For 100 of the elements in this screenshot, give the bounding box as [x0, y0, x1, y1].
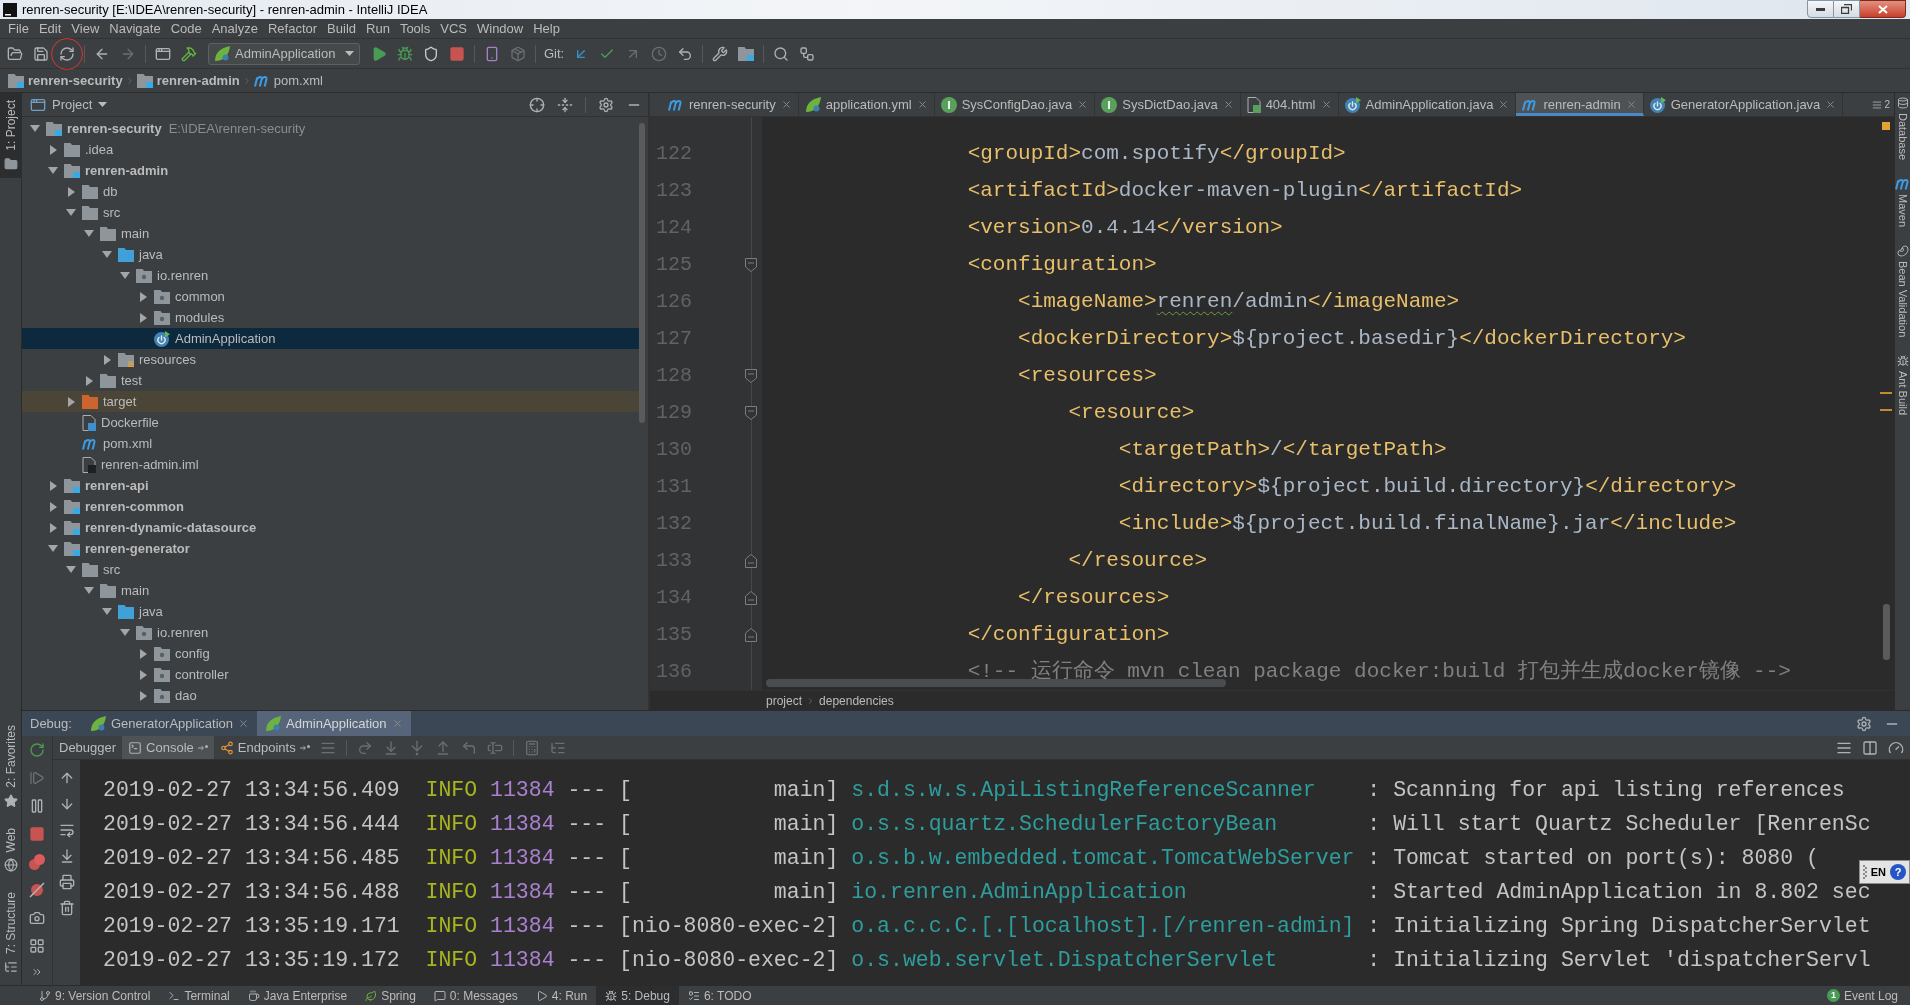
- tree-item[interactable]: test: [22, 370, 639, 391]
- grid-icon[interactable]: [29, 938, 45, 954]
- tree-item[interactable]: java: [22, 244, 639, 265]
- caret-down-icon[interactable]: [102, 251, 112, 258]
- breadcrumb-item[interactable]: project: [766, 691, 803, 710]
- double-chevron-icon[interactable]: [31, 966, 43, 978]
- fold-marker-icon[interactable]: [745, 257, 757, 272]
- restore-button[interactable]: [1834, 0, 1860, 18]
- tree-item[interactable]: config: [22, 643, 639, 664]
- fold-marker-icon[interactable]: [745, 553, 757, 568]
- caret-down-icon[interactable]: [120, 272, 130, 279]
- trash-icon[interactable]: [58, 900, 75, 916]
- menu-item[interactable]: Window: [471, 19, 529, 38]
- debug-tab[interactable]: Debugger: [53, 736, 123, 759]
- tree-item[interactable]: renren-generator: [22, 538, 639, 559]
- collapse-icon[interactable]: [557, 96, 573, 113]
- tool-window-button[interactable]: 1: Project: [0, 93, 22, 178]
- caret-down-icon[interactable]: [48, 167, 58, 174]
- close-icon[interactable]: [238, 718, 250, 729]
- hammer-icon[interactable]: [181, 45, 197, 62]
- caret-down-icon[interactable]: [84, 230, 94, 237]
- columns-icon[interactable]: [1862, 739, 1878, 756]
- editor-tab[interactable]: renren-security: [662, 93, 799, 116]
- event-log-button[interactable]: 1 Event Log: [1826, 986, 1898, 1005]
- tree-item[interactable]: common: [22, 286, 639, 307]
- overlapping-circles-icon[interactable]: [29, 854, 45, 870]
- tree-item[interactable]: renren-api: [22, 475, 639, 496]
- session-tab[interactable]: AdminApplication: [257, 711, 411, 736]
- menu-item[interactable]: Edit: [33, 19, 67, 38]
- open-folder-icon[interactable]: [7, 45, 23, 62]
- tree-item[interactable]: modules: [22, 307, 639, 328]
- close-icon[interactable]: [1320, 99, 1332, 110]
- menu-item[interactable]: Analyze: [206, 19, 263, 38]
- caret-down-icon[interactable]: [84, 587, 94, 594]
- square-icon[interactable]: [29, 826, 45, 842]
- breadcrumb-item[interactable]: pom.xml: [253, 70, 323, 91]
- close-icon[interactable]: [780, 99, 792, 110]
- caret-right-icon[interactable]: [50, 480, 57, 491]
- menu-item[interactable]: View: [66, 19, 105, 38]
- workflow-icon[interactable]: [799, 45, 816, 62]
- caret-right-icon[interactable]: [140, 291, 147, 302]
- tree-item[interactable]: renren-admin.iml: [22, 454, 639, 475]
- close-icon[interactable]: [1077, 99, 1089, 110]
- caret-right-icon[interactable]: [140, 312, 147, 323]
- settings-icon[interactable]: [598, 96, 614, 113]
- menu-item[interactable]: Help: [528, 19, 565, 38]
- tool-window-button[interactable]: Maven: [1894, 178, 1910, 228]
- close-icon[interactable]: [1222, 99, 1234, 110]
- editor-tab[interactable]: AdminApplication.java: [1338, 93, 1517, 116]
- tree-item[interactable]: java: [22, 601, 639, 622]
- scrollbar[interactable]: [639, 123, 645, 423]
- tree-item[interactable]: src: [22, 559, 639, 580]
- tree-item[interactable]: io.renren: [22, 265, 639, 286]
- menu-item[interactable]: Refactor: [262, 19, 323, 38]
- tree-item[interactable]: main: [22, 223, 639, 244]
- fold-marker-icon[interactable]: [745, 368, 757, 383]
- breadcrumb-item[interactable]: dependencies: [819, 691, 894, 710]
- close-icon[interactable]: [916, 99, 928, 110]
- tree-item[interactable]: renren-common: [22, 496, 639, 517]
- wrench-icon[interactable]: [712, 45, 729, 62]
- editor-tab[interactable]: application.yml: [798, 93, 935, 116]
- circular-arrow-icon[interactable]: [29, 742, 45, 758]
- tree-item[interactable]: src: [22, 202, 639, 223]
- menu-item[interactable]: Tools: [394, 19, 436, 38]
- tool-window-button[interactable]: 9: Version Control: [30, 986, 160, 1005]
- caret-right-icon[interactable]: [68, 396, 75, 407]
- shield-icon[interactable]: [423, 45, 439, 62]
- gauge-icon[interactable]: [1888, 739, 1904, 756]
- phone-icon[interactable]: [484, 45, 500, 62]
- close-button[interactable]: [1860, 0, 1906, 18]
- caret-right-icon[interactable]: [50, 501, 57, 512]
- tree-item[interactable]: Dockerfile: [22, 412, 639, 433]
- crosshair-icon[interactable]: [529, 96, 545, 113]
- run-configuration-dropdown[interactable]: AdminApplication: [208, 42, 360, 65]
- caret-right-icon[interactable]: [140, 669, 147, 680]
- tree-item[interactable]: AdminApplication: [22, 328, 639, 349]
- caret-right-icon[interactable]: [68, 186, 75, 197]
- tree-item[interactable]: controller: [22, 664, 639, 685]
- tool-window-button[interactable]: Database: [1896, 97, 1909, 161]
- tool-window-button[interactable]: Spring: [356, 986, 425, 1005]
- tool-window-button[interactable]: Web: [0, 820, 22, 879]
- camera-icon[interactable]: [29, 910, 45, 926]
- breadcrumb-item[interactable]: renren-admin: [136, 70, 240, 91]
- tool-window-button[interactable]: 2: Favorites: [0, 717, 22, 815]
- caret-right-icon[interactable]: [104, 354, 111, 365]
- session-tab[interactable]: GeneratorApplication: [81, 711, 258, 736]
- square-icon[interactable]: [449, 45, 465, 62]
- bug-icon[interactable]: [397, 45, 413, 62]
- tree-item[interactable]: dao: [22, 685, 639, 706]
- wrap-text-icon[interactable]: [58, 822, 75, 838]
- editor-tab[interactable]: SysDictDao.java: [1095, 93, 1241, 116]
- caret-right-icon[interactable]: [50, 144, 57, 155]
- tool-window-button[interactable]: Bean Validation: [1896, 245, 1909, 338]
- caret-down-icon[interactable]: [30, 125, 40, 132]
- menu-item[interactable]: Run: [361, 19, 395, 38]
- tool-window-button[interactable]: Java Enterprise: [238, 986, 357, 1005]
- printer-icon[interactable]: [58, 874, 75, 890]
- tree-item[interactable]: resources: [22, 349, 639, 370]
- tab-list-button[interactable]: 2: [1872, 93, 1890, 116]
- tool-window-button[interactable]: 7: Structure: [0, 884, 22, 981]
